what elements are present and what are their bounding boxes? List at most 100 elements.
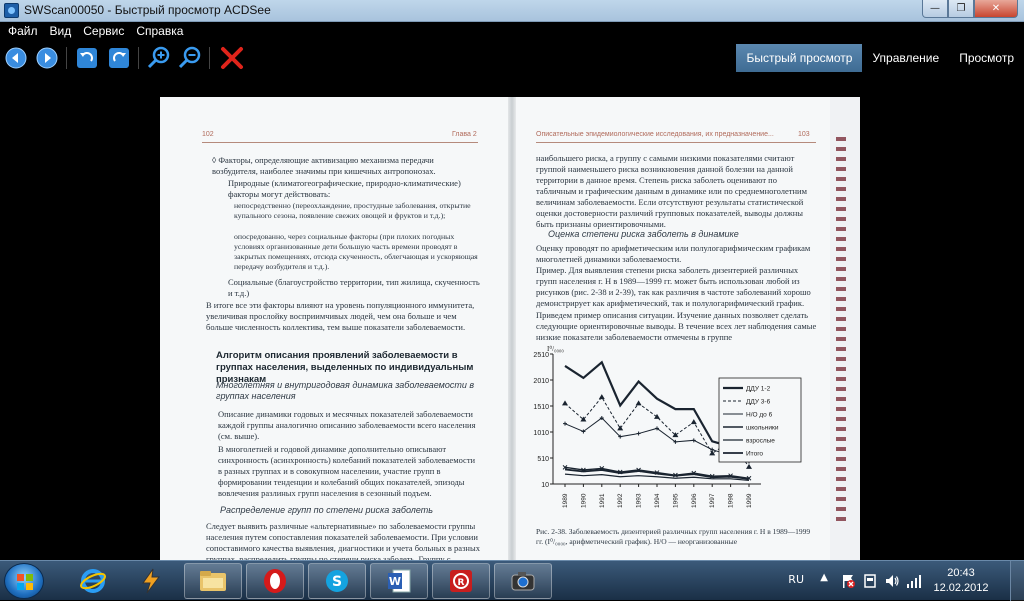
right-page-header: Описательные эпидемиологические исследов… xyxy=(536,131,774,138)
taskbar-opera[interactable] xyxy=(246,563,304,599)
title-bar[interactable]: SWScan00050 - Быстрый просмотр ACDSee — … xyxy=(0,0,1024,22)
menu-tools[interactable]: Сервис xyxy=(79,22,132,41)
left-bullet-1: непосредственно (переохлаждение, простуд… xyxy=(234,201,471,220)
rotate-right-icon xyxy=(109,48,129,68)
taskbar-acdsee[interactable] xyxy=(494,563,552,599)
x-tick-label: 1990 xyxy=(580,493,587,508)
tray-expand-icon[interactable]: ▲ xyxy=(820,572,828,583)
skype-icon: S xyxy=(326,570,348,592)
forward-arrow-icon xyxy=(36,47,58,69)
system-clock[interactable]: 20:43 12.02.2012 xyxy=(926,566,996,596)
data-point xyxy=(691,438,696,443)
right-para-3: Пример. Для выявления степени риска забо… xyxy=(536,265,811,308)
svg-text:R: R xyxy=(458,578,465,588)
word-icon: W xyxy=(388,569,411,593)
menu-bar: Файл Вид Сервис Справка xyxy=(0,22,1024,41)
ie-icon xyxy=(80,569,106,593)
show-desktop-button[interactable] xyxy=(1010,561,1024,601)
svg-text:S: S xyxy=(332,574,342,590)
zoom-in-button[interactable] xyxy=(147,46,171,70)
right-para-4: Приведем пример описания ситуации. Изуче… xyxy=(536,310,817,342)
x-tick-label: 1991 xyxy=(599,493,606,508)
delete-icon xyxy=(221,47,243,69)
x-tick-label: 1989 xyxy=(562,493,569,508)
tab-quick-view[interactable]: Быстрый просмотр xyxy=(736,44,863,72)
taskbar-skype[interactable]: S xyxy=(308,563,366,599)
scanned-book-image: 102 Глава 2 ◊ Факторы, определяющие акти… xyxy=(160,97,860,560)
toolbar-separator xyxy=(209,47,210,69)
menu-view[interactable]: Вид xyxy=(46,22,80,41)
right-page-number: 103 xyxy=(798,131,810,138)
acdsee-camera-icon xyxy=(511,572,535,591)
start-button[interactable] xyxy=(4,563,44,599)
legend-label: школьники xyxy=(746,425,779,432)
header-rule xyxy=(202,142,478,143)
mode-tabs: Быстрый просмотр Управление Просмотр xyxy=(736,44,1024,72)
zoom-out-button[interactable] xyxy=(178,46,202,70)
right-para-1: наибольшего риска, а группу с самыми низ… xyxy=(536,153,807,229)
x-tick-label: 1999 xyxy=(746,493,753,508)
x-tick-label: 1992 xyxy=(617,493,624,508)
page-edge xyxy=(830,97,860,560)
network-signal-icon[interactable] xyxy=(906,573,922,589)
language-indicator[interactable]: RU xyxy=(788,573,804,586)
flag-alert-icon[interactable] xyxy=(840,573,856,589)
left-page-number: 102 xyxy=(202,131,214,138)
menu-file[interactable]: Файл xyxy=(4,22,46,41)
x-tick-label: 1996 xyxy=(691,493,698,508)
finereader-icon: R xyxy=(450,570,472,592)
y-tick-label: 1010 xyxy=(533,430,549,437)
taskbar-explorer[interactable] xyxy=(184,563,242,599)
taskbar-ie[interactable] xyxy=(64,563,122,599)
close-button[interactable]: ✕ xyxy=(974,0,1018,18)
image-viewer[interactable]: 102 Глава 2 ◊ Факторы, определяющие акти… xyxy=(0,75,1024,560)
left-subhead-2: Распределение групп по степени риска заб… xyxy=(220,505,433,515)
menu-help[interactable]: Справка xyxy=(132,22,191,41)
forward-button[interactable] xyxy=(35,46,59,70)
maximize-button[interactable]: ❐ xyxy=(948,0,974,18)
window-controls: — ❐ ✕ xyxy=(922,0,1018,18)
clock-date: 12.02.2012 xyxy=(933,582,989,594)
data-point xyxy=(690,419,697,425)
system-tray: RU ▲ 20:43 12.02.2012 xyxy=(764,561,1024,601)
minimize-button[interactable]: — xyxy=(922,0,948,18)
y-axis-label: I⁰/₀₀₀₀ xyxy=(547,345,564,353)
data-point xyxy=(598,394,605,400)
rotate-left-icon xyxy=(77,48,97,68)
windows-logo-icon xyxy=(17,574,33,590)
delete-button[interactable] xyxy=(220,46,244,70)
data-point xyxy=(636,431,641,436)
line-chart-svg: I⁰/₀₀₀₀2510 2010 1510 1010 510 10 1989 1990 1991… xyxy=(533,345,802,508)
taskbar-winamp[interactable] xyxy=(122,563,180,599)
figure-chart: I⁰/₀₀₀₀ 2510 2010 1510 1010 510 10 1989 1990 1991… xyxy=(525,342,805,552)
acdsee-app-icon xyxy=(4,3,19,18)
legend-label: Итого xyxy=(746,451,763,458)
taskbar-finereader[interactable]: R xyxy=(432,563,490,599)
taskbar-word[interactable]: W xyxy=(370,563,428,599)
left-page-chapter: Глава 2 xyxy=(452,131,477,138)
legend-label: Н/О до 6 xyxy=(746,412,773,419)
x-tick-label: 1997 xyxy=(709,493,716,508)
svg-text:W: W xyxy=(389,575,401,588)
clock-time: 20:43 xyxy=(947,567,975,579)
device-icon[interactable] xyxy=(862,573,878,589)
taskbar: S W R RU ▲ 20:43 12.02.2012 xyxy=(0,560,1024,601)
left-bullet-2: опосредованно, через социальные факторы … xyxy=(234,232,478,271)
back-button[interactable] xyxy=(4,46,28,70)
data-point xyxy=(563,421,567,426)
left-para-1: ◊ Факторы, определяющие активизацию меха… xyxy=(212,155,436,176)
left-bullet-4: В многолетней и годовой динамике дополни… xyxy=(218,444,476,498)
tab-view[interactable]: Просмотр xyxy=(949,44,1024,72)
data-point xyxy=(635,400,642,406)
winamp-icon xyxy=(142,568,160,594)
zoom-in-icon xyxy=(147,46,170,69)
left-subhead-1: Многолетняя и внутригодовая динамика заб… xyxy=(216,380,475,401)
rotate-left-button[interactable] xyxy=(75,46,99,70)
x-tick-label: 1994 xyxy=(654,493,661,508)
rotate-right-button[interactable] xyxy=(107,46,131,70)
volume-icon[interactable] xyxy=(884,573,900,589)
tab-manage[interactable]: Управление xyxy=(862,44,949,72)
legend-label: взрослые xyxy=(746,438,775,445)
legend-label: ДДУ 3-6 xyxy=(746,399,771,406)
zoom-out-icon xyxy=(178,46,201,69)
